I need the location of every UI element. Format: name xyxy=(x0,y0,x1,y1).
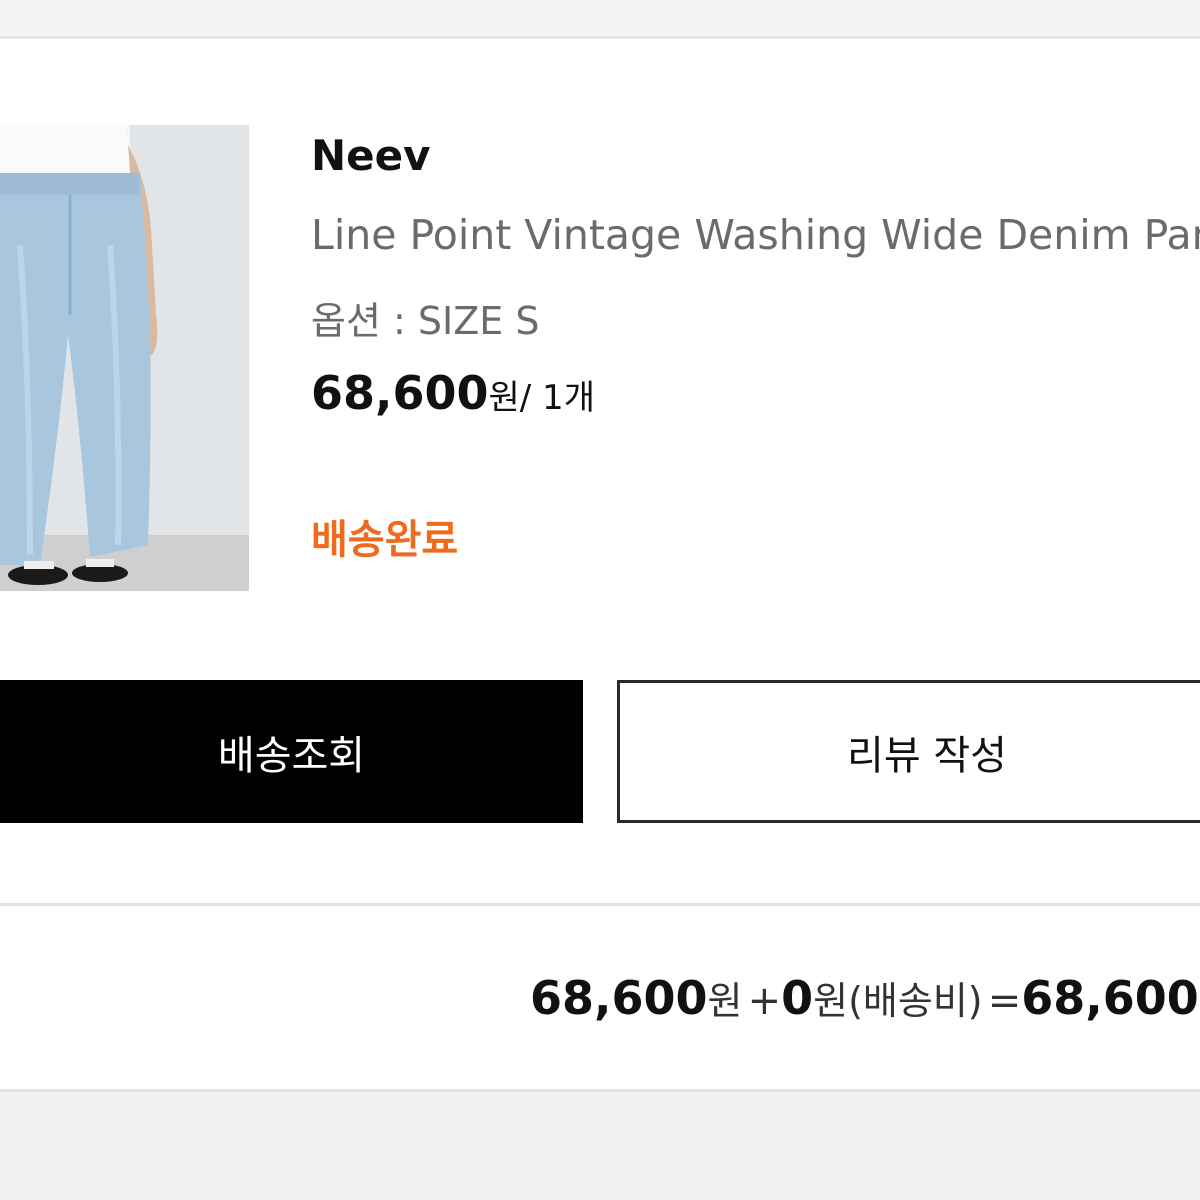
delivery-status-badge: 배송완료 xyxy=(311,517,459,563)
equals-sign: = xyxy=(987,978,1022,1024)
payment-summary-line: 68,600원 +0원(배송비) =68,600 xyxy=(530,970,1199,1025)
price-row: 68,600원/ 1개 xyxy=(311,366,595,420)
price-amount: 68,600 xyxy=(311,366,489,420)
price-unit: 원 xyxy=(488,378,520,418)
product-name[interactable]: Line Point Vintage Washing Wide Denim Pa… xyxy=(311,211,1200,259)
shipping-unit: 원 xyxy=(813,979,849,1023)
shipping-fee-label: (배송비) xyxy=(848,979,983,1023)
denim-pants-image xyxy=(0,125,249,591)
track-delivery-button[interactable]: 배송조회 xyxy=(0,680,583,823)
write-review-button[interactable]: 리뷰 작성 xyxy=(617,680,1200,823)
total-amount: 68,600 xyxy=(1021,971,1199,1025)
shipping-amount: 0 xyxy=(781,971,814,1025)
subtotal-unit: 원 xyxy=(707,979,743,1023)
product-thumbnail[interactable] xyxy=(0,125,249,591)
order-item-card: Neev Line Point Vintage Washing Wide Den… xyxy=(0,36,1200,903)
bottom-spacer xyxy=(0,1089,1200,1200)
subtotal-amount: 68,600 xyxy=(530,971,708,1025)
product-option: 옵션 : SIZE S xyxy=(311,299,540,343)
order-detail-page: Neev Line Point Vintage Washing Wide Den… xyxy=(0,0,1200,1200)
plus-sign: + xyxy=(747,978,782,1024)
brand-name[interactable]: Neev xyxy=(311,131,431,180)
payment-summary: 68,600원 +0원(배송비) =68,600 xyxy=(0,903,1200,1089)
quantity-label: / 1개 xyxy=(519,378,595,418)
top-spacer xyxy=(0,0,1200,36)
